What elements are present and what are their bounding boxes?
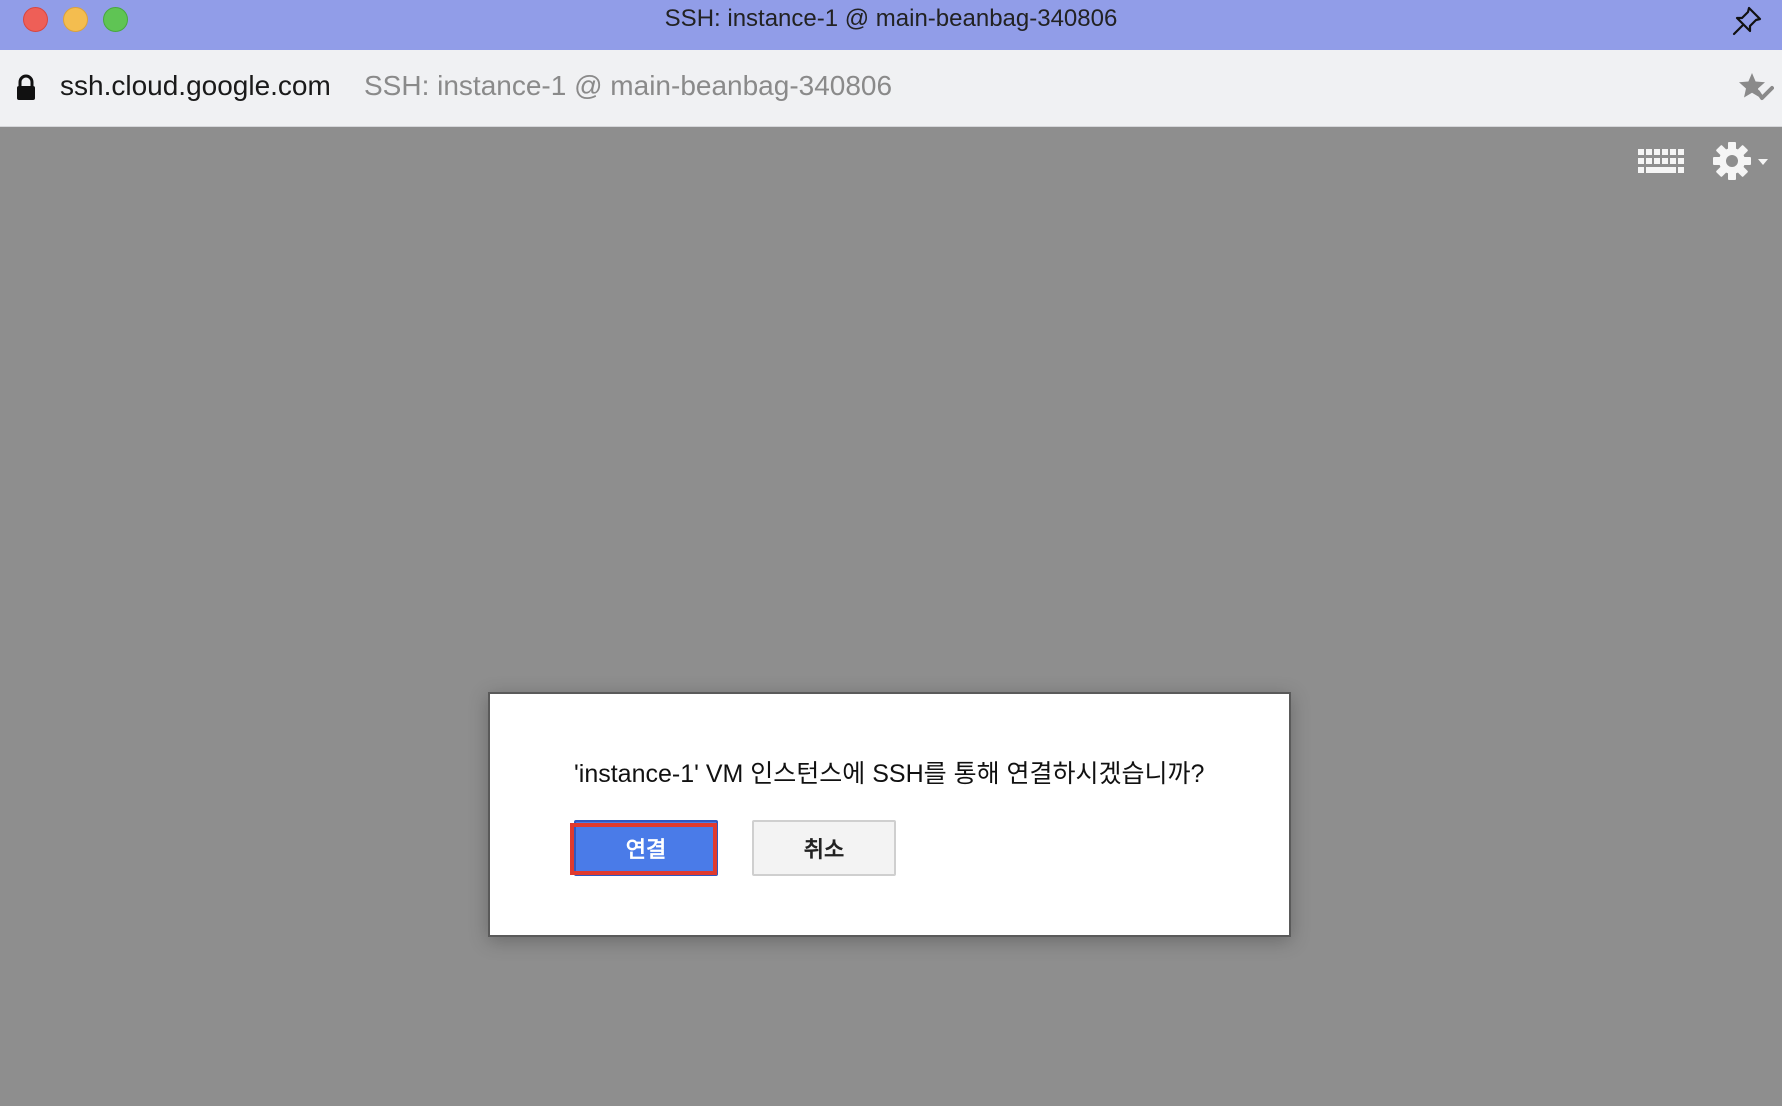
bookmark-star-icon[interactable] (1738, 71, 1774, 105)
address-bar: ssh.cloud.google.com SSH: instance-1 @ m… (0, 50, 1782, 127)
window-title: SSH: instance-1 @ main-beanbag-340806 (664, 5, 1118, 32)
connect-button[interactable]: 연결 (574, 820, 718, 876)
gear-icon[interactable] (1712, 141, 1770, 183)
terminal-area: 'instance-1' VM 인스턴스에 SSH를 통해 연결하시겠습니까? … (0, 127, 1782, 1106)
cancel-button[interactable]: 취소 (752, 820, 896, 876)
address-page-title: SSH: instance-1 @ main-beanbag-340806 (364, 70, 893, 101)
address-domain[interactable]: ssh.cloud.google.com (60, 70, 331, 102)
dialog-message: 'instance-1' VM 인스턴스에 SSH를 통해 연결하시겠습니까? (574, 760, 1205, 788)
keyboard-icon[interactable] (1638, 149, 1684, 177)
lock-icon (17, 74, 35, 100)
window-titlebar: SSH: instance-1 @ main-beanbag-340806 (0, 0, 1782, 50)
connect-confirm-dialog: 'instance-1' VM 인스턴스에 SSH를 통해 연결하시겠습니까? … (488, 692, 1291, 937)
pin-icon[interactable] (1730, 4, 1764, 38)
